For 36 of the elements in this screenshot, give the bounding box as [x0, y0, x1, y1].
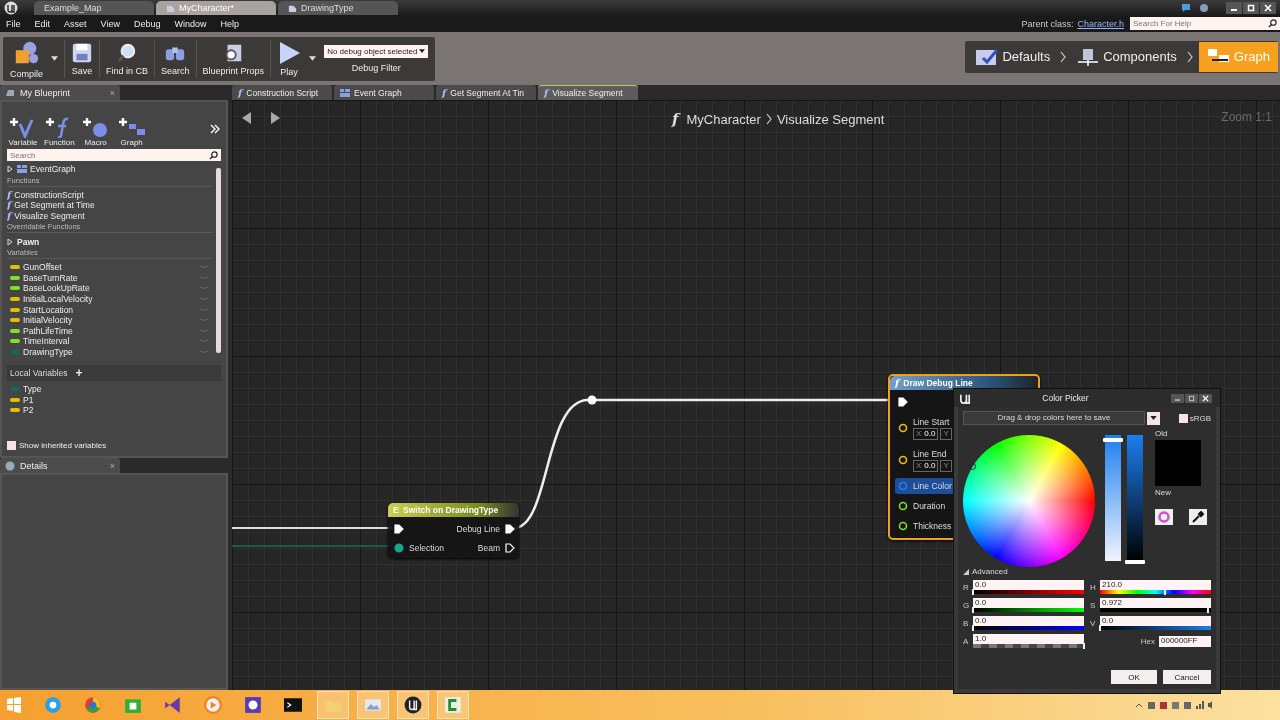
channel-label: V: [1090, 618, 1097, 628]
pin-label: Beam: [477, 543, 500, 553]
hex-label: Hex: [1140, 637, 1155, 646]
debug-filter-label: Debug Filter: [351, 62, 401, 73]
channel-label: S: [1090, 600, 1097, 610]
pin-label: Debug Line: [456, 524, 500, 534]
switch-icon: E: [393, 505, 399, 515]
channel-label: G: [963, 600, 970, 610]
function-icon: f: [544, 88, 549, 98]
pin-label: Line Start: [913, 416, 951, 427]
function-icon: f: [672, 110, 679, 128]
node-title: Draw Debug Line: [903, 378, 973, 388]
parent-class-label: Parent class:: [1021, 18, 1074, 29]
checkbox-label: Show inherited variables: [19, 441, 107, 450]
construction-function-icon: f: [7, 189, 12, 200]
function-icon: f: [7, 211, 12, 222]
function-icon: f: [238, 87, 243, 98]
old-color-label: Old: [1155, 429, 1169, 438]
pin-label: Line Color: [913, 481, 952, 491]
pin-label: Thickness: [913, 521, 952, 531]
zoom-level: Zoom 1:1: [1221, 110, 1272, 124]
new-color-label: New: [1155, 488, 1172, 497]
function-icon: f: [895, 378, 900, 388]
channel-label: H: [1090, 582, 1097, 592]
pin-label: Duration: [913, 501, 946, 511]
function-icon: f: [442, 87, 447, 98]
channel-label: A: [963, 636, 970, 646]
function-icon: f: [7, 200, 12, 211]
window-title: Color Picker: [1041, 393, 1090, 403]
channel-label: B: [963, 618, 970, 628]
pin-label: Selection: [409, 543, 444, 553]
section-heading: Local Variables: [10, 368, 68, 378]
channel-label: R: [963, 582, 970, 592]
checkbox-label: sRGB: [1189, 413, 1211, 423]
node-title: Switch on DrawingType: [403, 505, 499, 515]
pin-label: Line End: [913, 448, 948, 459]
